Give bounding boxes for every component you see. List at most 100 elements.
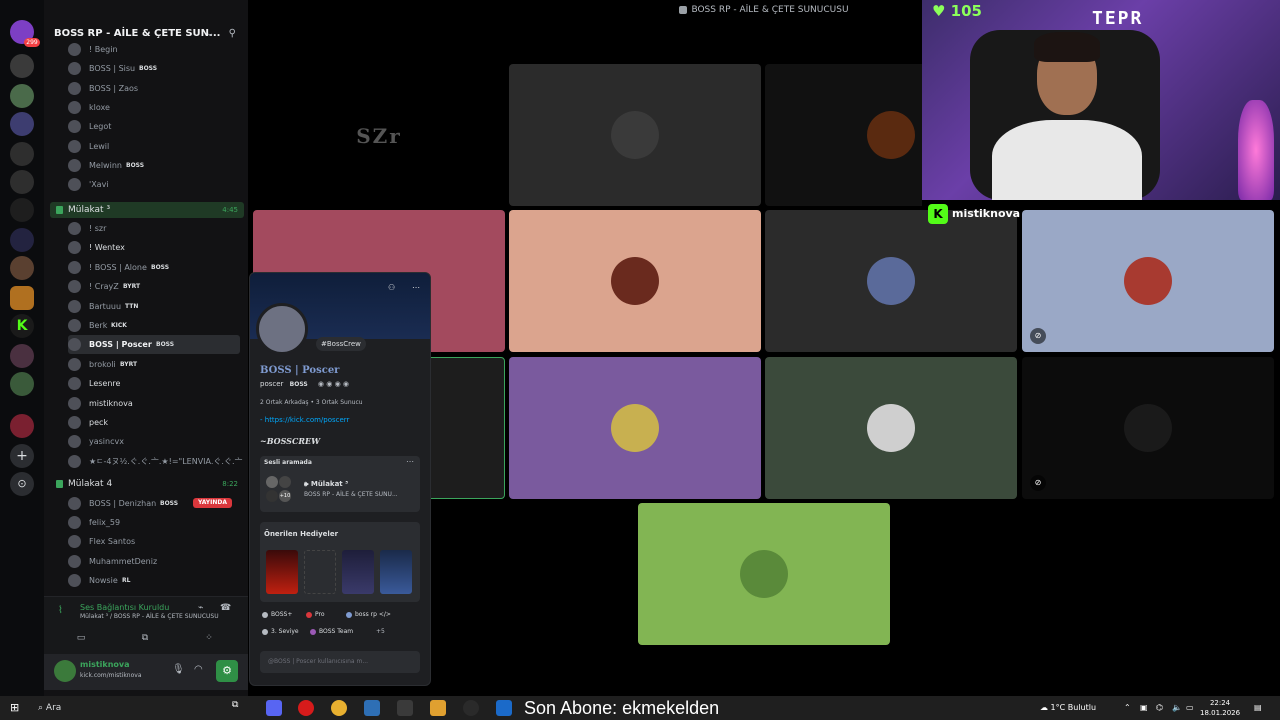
voice-channel-mulakat3[interactable]: Mülakat ³ 4:45 — [50, 202, 244, 218]
headphones-icon[interactable]: ◠ — [194, 664, 203, 675]
task-view-icon[interactable]: ⧉ — [232, 700, 248, 716]
voice-user-row[interactable]: ! CrayZ BYRT — [68, 277, 240, 296]
voice-user-row[interactable]: MuhammetDeniz — [68, 552, 240, 571]
mutual-info[interactable]: 2 Ortak Arkadaş • 3 Ortak Sunucu — [260, 399, 363, 406]
tray-icon[interactable]: ▣ — [1140, 696, 1148, 720]
gift-item[interactable] — [304, 550, 336, 594]
server-icon[interactable] — [10, 54, 34, 78]
microphone-icon[interactable]: 🎙 — [172, 664, 185, 675]
volume-icon[interactable]: 🔈 — [1172, 696, 1182, 720]
tray-chevron-icon[interactable]: ⌃ — [1124, 696, 1131, 720]
voice-user-row[interactable]: BOSS | Poscer BOSS — [68, 335, 240, 355]
video-tile[interactable] — [765, 357, 1017, 499]
video-tile[interactable]: ⊘ — [1022, 210, 1274, 352]
user-name: Legot — [89, 122, 112, 132]
voice-user-row[interactable]: Legot — [68, 117, 240, 136]
voice-user-row[interactable]: Bartuuu TTN — [68, 297, 240, 316]
activities-button[interactable]: ⁘ — [180, 629, 238, 647]
voice-user-row[interactable]: yasincvx — [68, 432, 240, 451]
disconnect-icon[interactable]: ☎ — [220, 603, 231, 613]
voice-user-row[interactable]: kloxe — [68, 98, 240, 117]
server-icon[interactable] — [10, 256, 34, 280]
settings-gear-icon[interactable]: ⚙ — [216, 660, 238, 682]
voice-user-row[interactable]: Berk KICK — [68, 316, 240, 335]
voice-user-row[interactable]: mistiknova — [68, 394, 240, 413]
server-icon[interactable] — [10, 170, 34, 194]
avatar[interactable] — [54, 660, 76, 682]
avatar[interactable] — [256, 303, 308, 355]
chrome-icon[interactable] — [331, 700, 347, 716]
battery-icon[interactable]: ▭ — [1186, 696, 1194, 720]
server-icon[interactable] — [10, 198, 34, 222]
more-options-icon[interactable]: ⋯ — [412, 283, 420, 292]
server-icon[interactable] — [10, 142, 34, 166]
voice-user-row[interactable]: felix_59 — [68, 513, 240, 532]
voice-user-row[interactable]: ! Begin — [68, 40, 240, 59]
voice-status-subtitle[interactable]: Mülakat ³ / BOSS RP - AİLE & ÇETE SUNUCU… — [80, 613, 219, 620]
taskbar-clock[interactable]: 22:24 18.01.2026 — [1200, 698, 1240, 718]
avatar — [68, 377, 81, 391]
voice-user-row[interactable]: ! Wentex — [68, 238, 240, 257]
server-icon[interactable] — [10, 414, 34, 438]
notification-icon[interactable]: ▤ — [1254, 696, 1262, 720]
network-icon[interactable]: ⌬ — [1156, 696, 1163, 720]
voice-user-row[interactable]: BOSS | Denizhan BOSS YAYINDA — [68, 494, 240, 513]
more-options-icon[interactable]: ⋯ — [406, 457, 414, 466]
voice-user-row[interactable]: Nowsie RL — [68, 571, 240, 590]
app-icon[interactable] — [364, 700, 380, 716]
server-icon[interactable] — [10, 344, 34, 368]
voice-user-row[interactable]: Flex Santos — [68, 532, 240, 551]
opera-icon[interactable] — [298, 700, 314, 716]
profile-link[interactable]: - https://kick.com/poscerr — [260, 416, 349, 424]
taskbar-search[interactable]: ⌕ Ara — [38, 699, 218, 717]
voice-user-row[interactable]: peck — [68, 413, 240, 432]
video-tile[interactable] — [765, 210, 1017, 352]
server-icon[interactable] — [10, 112, 34, 136]
voice-user-row[interactable]: Lewil — [68, 137, 240, 156]
weather-widget[interactable]: ☁ 1°C Bulutlu — [1040, 696, 1096, 720]
app-icon[interactable] — [397, 700, 413, 716]
gift-item[interactable] — [380, 550, 412, 594]
start-icon[interactable]: ⊞ — [10, 702, 22, 714]
screen-share-button[interactable]: ⧉ — [116, 629, 174, 647]
video-tile[interactable] — [509, 210, 761, 352]
voice-user-row[interactable]: BOSS | Sisu BOSS — [68, 59, 240, 78]
video-tile[interactable] — [638, 503, 890, 645]
kick-server-icon[interactable]: K — [10, 314, 34, 338]
voice-user-row[interactable]: Lesenre — [68, 374, 240, 393]
add-friend-icon[interactable]: ⚇ — [388, 283, 395, 292]
voice-user-row[interactable]: ★ㄷ-4ヌ½.ぐ.ぐ.亠.★!="LENVIA.ぐ.ぐ.亠 — [68, 452, 242, 471]
role-tag-more[interactable]: +5 — [376, 628, 385, 635]
voice-user-row[interactable]: BOSS | Zaos — [68, 79, 240, 98]
voice-user-row[interactable]: ! BOSS | Alone BOSS — [68, 258, 240, 277]
voice-channel-mulakat4[interactable]: Mülakat 4 8:22 — [50, 476, 244, 492]
video-tile[interactable] — [765, 64, 922, 206]
file-explorer-icon[interactable] — [430, 700, 446, 716]
voice-user-row[interactable]: ! szr — [68, 219, 240, 238]
gift-item[interactable] — [342, 550, 374, 594]
camera-off-button[interactable]: ▭ — [52, 629, 110, 647]
voice-user-row[interactable]: 'Xavi — [68, 175, 240, 194]
voice-status-title[interactable]: Ses Bağlantısı Kuruldu — [80, 603, 169, 612]
steam-icon[interactable] — [496, 700, 512, 716]
app-icon[interactable] — [463, 700, 479, 716]
explore-icon[interactable]: ⊙ — [10, 472, 34, 496]
server-icon[interactable] — [10, 84, 34, 108]
video-tile[interactable] — [509, 64, 761, 206]
server-icon[interactable] — [10, 372, 34, 396]
server-icon[interactable] — [10, 228, 34, 252]
message-input[interactable]: @BOSS | Poscer kullanıcısına m... — [260, 651, 420, 673]
profile-username-row: poscer BOSS ◉ ◉ ◉ ◉ — [260, 380, 349, 388]
user-panel-name[interactable]: mistiknova — [80, 660, 130, 669]
gift-item[interactable] — [266, 550, 298, 594]
add-server-icon[interactable]: + — [10, 444, 34, 468]
server-icon[interactable] — [10, 286, 34, 310]
video-tile[interactable] — [509, 357, 761, 499]
noise-suppression-icon[interactable]: ⌁ — [198, 603, 203, 613]
voice-user-row[interactable]: Melwinn BOSS — [68, 156, 240, 175]
voice-activity-card[interactable]: Sesli aramada ⋯ +10 🕪 Mülakat ³ BOSS RP … — [260, 456, 420, 512]
discord-icon[interactable] — [266, 700, 282, 716]
voice-user-row[interactable]: brokoli BYRT — [68, 355, 240, 374]
video-tile[interactable]: SZr — [253, 64, 505, 206]
video-tile[interactable]: ⊘ — [1022, 357, 1274, 499]
